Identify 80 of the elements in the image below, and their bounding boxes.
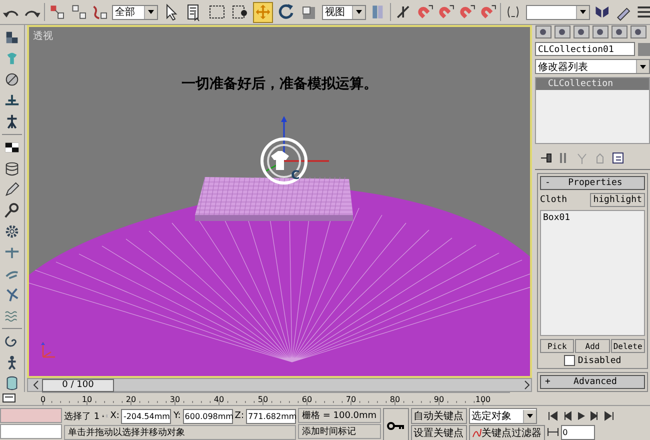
caret-icon (355, 8, 364, 16)
rollout-toggle: + (545, 377, 550, 387)
key-mode-dropdown[interactable]: 选定对象 (468, 408, 537, 424)
list-action-button[interactable]: Pick (540, 339, 574, 353)
rollout-header[interactable]: + Advanced (540, 375, 645, 389)
configure-sets-icon[interactable] (611, 151, 625, 165)
axis-tripod-icon (41, 341, 56, 358)
modifier-stack-item[interactable]: CLCollection (536, 78, 649, 90)
list-action-button[interactable]: Add (575, 339, 610, 353)
track-config-icon[interactable] (0, 392, 18, 404)
cloth-label: Cloth (540, 195, 568, 205)
tick-label: 10 (82, 395, 92, 404)
utilities-tab-icon[interactable] (630, 25, 647, 39)
current-frame-field[interactable]: 0 (560, 424, 595, 440)
coordinate-field[interactable]: 600.098mm (182, 408, 233, 424)
unlink-icon[interactable] (70, 2, 88, 22)
auto-key-button[interactable]: 自动关键点 (410, 408, 467, 424)
display-tab-icon[interactable] (611, 25, 628, 39)
coordinate-label: Z: (234, 411, 244, 421)
create-tab-icon[interactable] (535, 25, 552, 39)
tick-label: 40 (214, 395, 224, 404)
pin-stack-icon[interactable] (539, 151, 553, 165)
highlight-button[interactable]: highlight (590, 193, 645, 207)
rollout-title: Advanced (572, 377, 618, 387)
named-selection-dropdown[interactable] (526, 4, 590, 20)
list-action-button[interactable]: Delete (610, 339, 645, 353)
tick-label: 90 (434, 395, 444, 404)
tick-label: 70 (346, 395, 356, 404)
object-name-field[interactable]: CLCollection01 (535, 42, 635, 56)
modify-tab-icon[interactable] (554, 25, 571, 39)
coordinate-field[interactable]: -204.54mm (121, 408, 172, 424)
pencil-icon[interactable] (3, 181, 21, 198)
caret-icon (639, 62, 647, 70)
key-mode-toggle-icon[interactable] (546, 426, 559, 438)
rollout-toggle: - (545, 178, 550, 188)
caret-icon (578, 8, 587, 16)
rollout-title: Properties (567, 178, 624, 188)
magnifier-icon[interactable] (3, 202, 21, 219)
maxscript-listener-field[interactable] (0, 408, 62, 423)
set-key-mode-button[interactable]: 设置关键点 (410, 425, 467, 440)
curve-icon (472, 428, 482, 438)
tick-label: 80 (390, 395, 400, 404)
time-slider[interactable]: 0 / 100 (27, 378, 532, 392)
rollout-header[interactable]: - Properties (540, 176, 645, 190)
modifier-list-dropdown[interactable]: 修改器列表 (535, 59, 650, 74)
key-icon (386, 420, 405, 430)
gear-icon[interactable] (3, 223, 21, 240)
motion-tab-icon[interactable] (592, 25, 609, 39)
move-icon (254, 2, 272, 22)
object-list-item[interactable]: Box01 (543, 213, 642, 223)
object-list[interactable]: Box01 (540, 210, 645, 336)
go-to-start-icon[interactable] (546, 410, 559, 422)
hierarchy-tab-icon[interactable] (573, 25, 590, 39)
coordinate-system-dropdown[interactable]: 视图 (322, 4, 366, 20)
coordinate-field[interactable]: 771.682mm (246, 408, 296, 424)
modifier-stack[interactable]: CLCollection (535, 77, 650, 144)
tick-label: 20 (126, 395, 136, 404)
sphere-icon[interactable] (3, 71, 21, 88)
tick-label: 30 (170, 395, 180, 404)
disabled-label: Disabled (578, 356, 622, 366)
tick-label: 0 (40, 395, 46, 404)
tick-label: 60 (302, 395, 312, 404)
selection-count: 选择了 1 (64, 410, 100, 422)
object-color-swatch[interactable] (638, 42, 650, 56)
coordinate-label: Y: (173, 411, 181, 421)
grid-size: 栅格 = 100.0mm (298, 408, 381, 423)
add-time-tag[interactable]: 添加时间标记 (298, 424, 381, 439)
caret-icon (526, 412, 534, 420)
coordinate-label: X: (110, 411, 120, 421)
time-slider-thumb[interactable]: 0 / 100 (42, 379, 114, 392)
go-to-end-icon[interactable] (602, 410, 615, 422)
maxscript-input-field[interactable] (0, 424, 62, 439)
viewport-caption: 一切准备好后，准备模拟运算。 (180, 75, 378, 93)
caret-icon (147, 8, 156, 16)
stack-icon[interactable] (3, 160, 21, 177)
key-filters-button[interactable]: 关键点过滤器 (468, 425, 545, 440)
tick-label: 100 (475, 395, 491, 404)
selection-filter-dropdown[interactable]: 全部 (112, 4, 158, 20)
tick-label: 50 (258, 395, 268, 404)
set-key-button[interactable] (382, 408, 409, 440)
